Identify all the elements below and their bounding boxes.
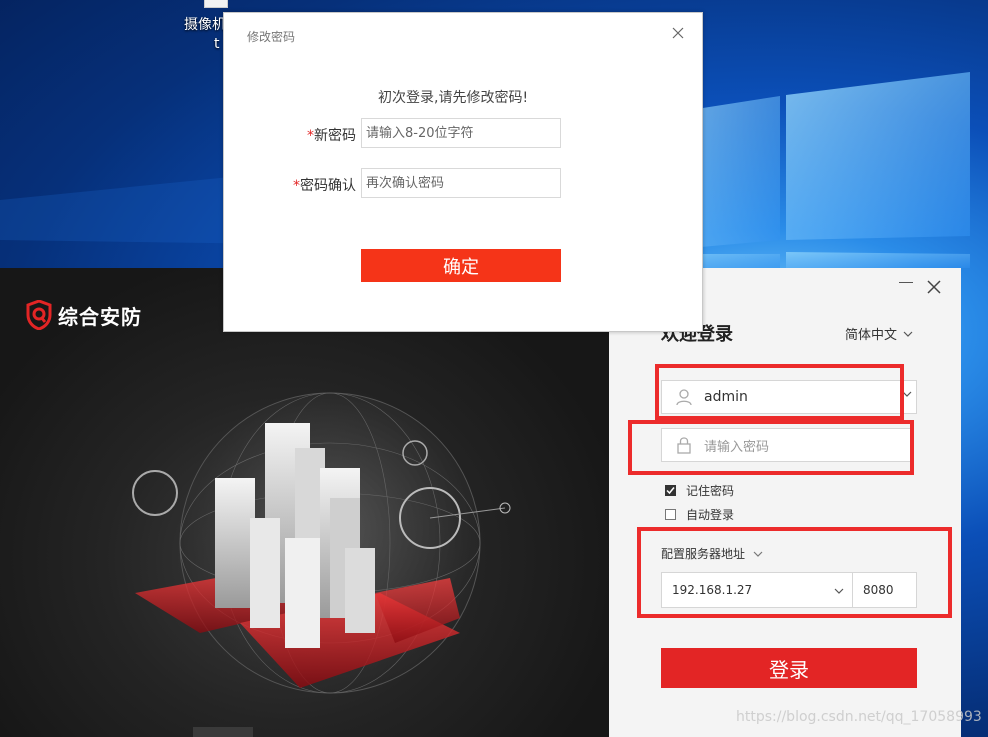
taskbar-fragment	[193, 727, 253, 737]
required-mark: *	[293, 178, 300, 194]
language-label: 简体中文	[845, 328, 898, 343]
dialog-title: 修改密码	[247, 30, 296, 44]
login-button[interactable]: 登录	[661, 648, 917, 688]
brand-logo: 综合安防	[26, 300, 142, 330]
confirm-password-label: *密码确认	[246, 175, 356, 195]
confirm-button[interactable]: 确定	[361, 249, 561, 282]
new-password-label: *新密码	[246, 125, 356, 145]
checkmark-icon	[666, 487, 675, 495]
remember-password-option[interactable]: 记住密码	[665, 482, 734, 499]
highlight-password	[628, 420, 914, 475]
login-form-panel: 欢迎登录 简体中文 admin 请输入密码 记住密码 自动登录 配置服务器地址 …	[609, 268, 961, 737]
remember-password-label: 记住密码	[686, 484, 735, 498]
shield-logo-icon	[26, 300, 52, 330]
confirm-password-label-text: 密码确认	[300, 178, 356, 194]
remember-password-checkbox[interactable]	[665, 485, 676, 496]
confirm-password-input[interactable]	[361, 168, 561, 198]
chevron-down-icon	[903, 331, 913, 337]
highlight-username	[655, 364, 904, 420]
new-password-label-text: 新密码	[314, 128, 356, 144]
auto-login-checkbox[interactable]	[665, 509, 676, 520]
brand-name: 综合安防	[58, 304, 142, 329]
city-globe-illustration	[132, 392, 511, 694]
desktop-icon-label-line2: t	[214, 36, 220, 52]
close-icon[interactable]	[670, 25, 686, 41]
required-mark: *	[307, 128, 314, 144]
login-splash-panel: 综合安防	[0, 268, 609, 737]
dialog-message: 初次登录,请先修改密码!	[378, 90, 529, 106]
highlight-server	[637, 527, 952, 618]
watermark-text: https://blog.csdn.net/qq_17058993	[736, 709, 982, 725]
minimize-button[interactable]	[899, 282, 913, 283]
desktop-icon-label: 摄像机	[184, 17, 226, 33]
close-window-button[interactable]	[927, 280, 941, 294]
language-selector[interactable]: 简体中文	[845, 324, 913, 343]
auto-login-label: 自动登录	[686, 508, 735, 522]
desktop-icon-thumbnail	[204, 0, 228, 8]
new-password-input[interactable]	[361, 118, 561, 148]
security-client-window: 综合安防 欢迎登录 简体中文 admin 请输入密码 记住密码 自动登录 配置服…	[0, 268, 961, 737]
auto-login-option[interactable]: 自动登录	[665, 506, 734, 523]
change-password-dialog: 修改密码 初次登录,请先修改密码! *新密码 *密码确认 确定	[223, 12, 703, 332]
